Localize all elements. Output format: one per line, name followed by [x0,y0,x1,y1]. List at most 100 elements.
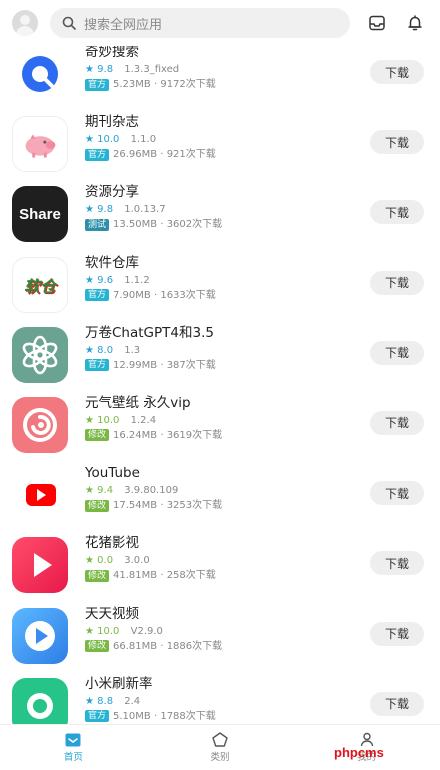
rating: ★ 10.0 [85,134,120,146]
app-stats: 官方 5.23MB · 9172次下载 [85,78,216,91]
list-item[interactable]: 花猪影视 ★ 0.0 3.0.0 修改 41.81MB · 258次下载 下载 [0,527,440,597]
list-item[interactable]: 天天视频 ★ 10.0 V2.9.0 修改 66.81MB · 1886次下载 … [0,598,440,668]
app-name: 万卷ChatGPT4和3.5 [85,324,214,341]
rating: ★ 8.0 [85,344,114,356]
search-placeholder: 搜索全网应用 [84,17,163,33]
rating: ★ 10.0 [85,414,120,426]
rating: ★ 9.4 [85,485,114,497]
pig-icon[interactable] [12,116,68,173]
search-app-icon[interactable] [12,46,68,102]
modified-badge: 修改 [85,640,110,652]
app-name: 奇妙搜索 [85,44,139,60]
rating: ★ 9.8 [85,64,114,75]
download-count: 9172次下载 [160,79,216,90]
download-count: 1886次下载 [166,640,223,652]
video-play-icon[interactable] [12,607,68,664]
download-count: 258次下载 [166,570,216,582]
official-badge: 官方 [85,359,110,372]
file-size: 7.90MB [113,289,151,301]
share-icon[interactable]: Share [12,186,68,243]
file-size: 41.81MB [113,570,158,582]
download-button[interactable]: 下载 [370,481,424,506]
app-stats: 修改 16.24MB · 3619次下载 [85,429,222,442]
download-button[interactable]: 下载 [370,410,424,435]
list-item[interactable]: YouTube ★ 9.4 3.9.80.109 修改 17.54MB · 32… [0,457,440,527]
app-stats: 官方 7.90MB · 1633次下载 [85,289,216,302]
play-icon[interactable] [12,537,68,594]
app-stats: 官方 12.99MB · 387次下载 [85,359,216,372]
store-icon-label: 软仓 [23,276,56,296]
app-name: 软件仓库 [85,254,139,271]
official-badge: 官方 [85,710,110,723]
app-name: 期刊杂志 [85,114,139,131]
official-badge: 官方 [85,289,110,302]
list-item[interactable]: 万卷ChatGPT4和3.5 ★ 8.0 1.3 官方 12.99MB · 38… [0,317,440,387]
file-size: 13.50MB [113,219,158,231]
inbox-icon[interactable] [364,10,390,36]
app-stats: 修改 17.54MB · 3253次下载 [85,499,222,512]
download-count: 3253次下载 [166,500,223,512]
modified-badge: 修改 [85,569,110,582]
download-button[interactable]: 下载 [370,60,424,84]
search-bar[interactable]: 搜索全网应用 [50,8,350,38]
download-count: 1788次下载 [160,710,216,722]
app-stats: 测试 13.50MB · 3602次下载 [85,218,222,231]
rating: ★ 9.8 [85,204,114,216]
wallpaper-icon[interactable] [12,396,68,453]
version: 1.2.4 [130,414,157,426]
list-item[interactable]: Share 资源分享 ★ 9.8 1.0.13.7 测试 13.50MB · 3… [0,176,440,246]
list-item[interactable]: 元气壁纸 永久vip ★ 10.0 1.2.4 修改 16.24MB · 361… [0,387,440,457]
download-count: 387次下载 [166,359,216,371]
version: 2.4 [124,695,141,707]
file-size: 17.54MB [113,500,158,512]
app-rating-version: ★ 0.0 3.0.0 [85,554,216,567]
bell-icon[interactable] [402,10,428,36]
download-button[interactable]: 下载 [370,621,424,646]
user-avatar-icon[interactable] [12,10,38,36]
category-icon [212,732,228,747]
app-rating-version: ★ 8.0 1.3 [85,344,216,357]
app-stats: 修改 66.81MB · 1886次下载 [85,640,222,653]
youtube-icon[interactable] [12,467,68,524]
app-info: 资源分享 ★ 9.8 1.0.13.7 测试 13.50MB · 3602次下载 [85,184,222,231]
nav-category[interactable]: 类别 [147,725,294,770]
software-store-icon[interactable]: 软仓 [12,256,68,313]
download-button[interactable]: 下载 [370,270,424,295]
nav-home[interactable]: 首页 [0,725,147,770]
file-size: 16.24MB [113,429,158,441]
test-badge: 测试 [85,218,110,231]
download-button[interactable]: 下载 [370,551,424,576]
version: 1.1.0 [130,134,157,146]
list-item[interactable]: 软仓 软件仓库 ★ 9.6 1.1.2 官方 7.90MB · 1633次下载 … [0,247,440,317]
app-stats: 官方 5.10MB · 1788次下载 [85,710,216,723]
app-rating-version: ★ 10.0 V2.9.0 [85,625,222,638]
download-button[interactable]: 下载 [370,691,424,716]
download-count: 921次下载 [166,149,216,161]
version: 1.3.3_fixed [124,64,180,75]
app-name: 小米刷新率 [85,675,153,692]
nav-label: 类别 [210,752,230,763]
official-badge: 官方 [85,78,110,91]
share-icon-label: Share [19,205,61,223]
download-button[interactable]: 下载 [370,200,424,225]
app-stats: 官方 26.96MB · 921次下载 [85,148,216,161]
file-size: 66.81MB [113,640,158,652]
app-name: 天天视频 [85,605,139,622]
download-button[interactable]: 下载 [370,130,424,155]
list-item[interactable]: 奇妙搜索 ★ 9.8 1.3.3_fixed 官方 5.23MB · 9172次… [0,36,440,106]
version: 3.9.80.109 [124,485,179,497]
app-info: 元气壁纸 永久vip ★ 10.0 1.2.4 修改 16.24MB · 361… [85,395,222,442]
modified-badge: 修改 [85,429,110,442]
rating: ★ 8.8 [85,695,114,707]
list-item[interactable]: 期刊杂志 ★ 10.0 1.1.0 官方 26.96MB · 921次下载 下载 [0,106,440,176]
version: 3.0.0 [124,555,150,567]
download-button[interactable]: 下载 [370,340,424,365]
home-icon [65,733,81,746]
openai-icon[interactable] [12,326,68,383]
app-name: YouTube [85,465,140,482]
official-badge: 官方 [85,148,110,161]
app-info: 小米刷新率 ★ 8.8 2.4 官方 5.10MB · 1788次下载 [85,676,216,723]
rating: ★ 9.6 [85,274,114,286]
app-info: 天天视频 ★ 10.0 V2.9.0 修改 66.81MB · 1886次下载 [85,606,222,653]
app-rating-version: ★ 10.0 1.1.0 [85,133,216,146]
